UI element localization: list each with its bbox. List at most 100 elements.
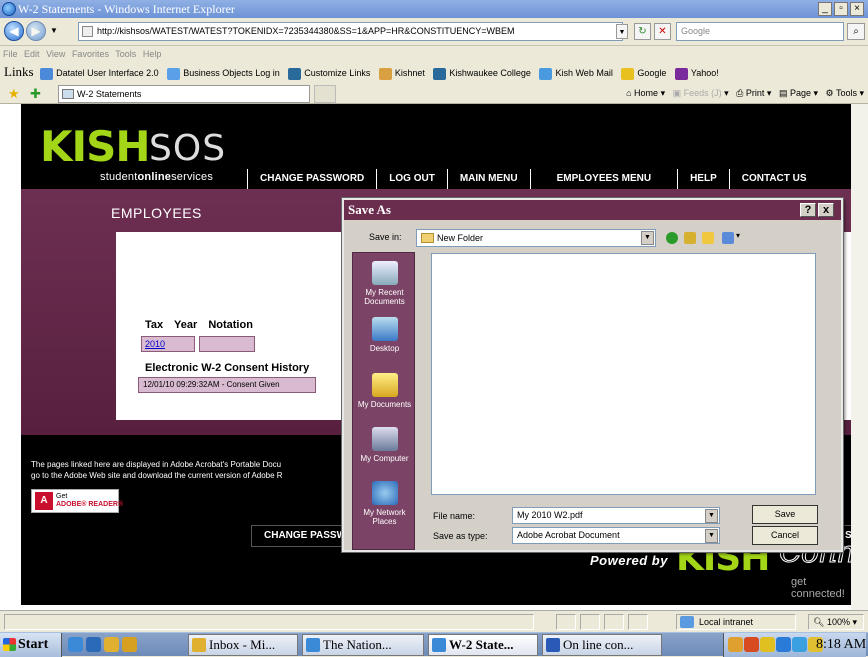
link-datatel[interactable]: Datatel User Interface 2.0	[40, 62, 159, 83]
link-kishwaukee[interactable]: Kishwaukee College	[433, 62, 531, 83]
taskbar-the-nation[interactable]: The Nation...	[302, 634, 424, 656]
taskbar-online-con[interactable]: On line con...	[542, 634, 662, 656]
minimize-button[interactable]: _	[818, 2, 832, 16]
link-webmail[interactable]: Kish Web Mail	[539, 62, 613, 83]
nav-change-password[interactable]: Change Password	[247, 169, 377, 189]
chevron-down-icon[interactable]: ▼	[705, 509, 718, 523]
menu-tools[interactable]: Tools	[115, 49, 136, 59]
place-my-computer[interactable]: My Computer	[353, 427, 416, 463]
kishconnect-tagline: get connected!	[791, 576, 845, 600]
close-window-button[interactable]: ×	[850, 2, 864, 16]
logo-tagline: studentonlineservices	[100, 171, 214, 183]
get-adobe-reader-button[interactable]: A Get ADOBE® READER®	[31, 489, 123, 513]
file-name-input[interactable]: My 2010 W2.pdf ▼	[512, 507, 720, 524]
save-as-type-select[interactable]: Adobe Acrobat Document ▼	[512, 527, 720, 544]
clock[interactable]: 8:18 AM	[816, 633, 866, 657]
nav-help[interactable]: Help	[677, 169, 729, 189]
close-dialog-button[interactable]: x	[818, 203, 834, 217]
nav-contact-us[interactable]: Contact Us	[728, 169, 819, 189]
quicklaunch-folder-icon[interactable]	[104, 637, 119, 652]
taskbar-inbox[interactable]: Inbox - Mi...	[188, 634, 298, 656]
stop-icon[interactable]: ✕	[654, 23, 671, 40]
quicklaunch-desktop-icon[interactable]	[86, 637, 101, 652]
save-in-dropdown[interactable]: New Folder ▼	[416, 229, 656, 247]
help-button[interactable]: ?	[800, 203, 816, 217]
link-business-objects[interactable]: Business Objects Log in	[167, 62, 280, 83]
add-favorites-icon[interactable]: ✚	[30, 86, 41, 102]
tab-w2-statements[interactable]: W-2 Statements	[58, 85, 310, 103]
cancel-button[interactable]: Cancel	[752, 526, 818, 545]
maximize-button[interactable]: ▫	[834, 2, 848, 16]
vertical-scrollbar[interactable]	[851, 104, 868, 610]
search-icon[interactable]: ⌕	[847, 23, 865, 40]
views-dropdown-icon[interactable]: ▾	[736, 231, 740, 240]
place-desktop[interactable]: Desktop	[353, 317, 416, 353]
save-button[interactable]: Save	[752, 505, 818, 524]
kishsos-logo[interactable]: KISH	[40, 125, 151, 169]
link-kishnet[interactable]: Kishnet	[378, 62, 425, 83]
feeds-button[interactable]: ▣ Feeds (J)	[673, 88, 722, 98]
views-icon[interactable]	[722, 232, 734, 244]
page-icon	[62, 89, 74, 99]
start-button[interactable]: Start	[0, 633, 62, 657]
page-button[interactable]: Page	[790, 88, 811, 98]
file-list[interactable]	[431, 253, 816, 495]
home-icon[interactable]: ⌂	[626, 88, 631, 98]
taskbar: Start Inbox - Mi... The Nation... W-2 St…	[0, 632, 868, 657]
tools-gear-icon[interactable]: ⚙	[826, 88, 834, 98]
place-my-documents[interactable]: My Documents	[353, 373, 416, 409]
nav-main-menu[interactable]: Main Menu	[446, 169, 530, 189]
chevron-down-icon[interactable]: ▼	[641, 231, 654, 245]
page-menu-icon[interactable]: ▤	[779, 88, 788, 98]
history-dropdown-icon[interactable]: ▼	[50, 26, 58, 35]
print-button[interactable]: Print	[746, 88, 765, 98]
up-folder-icon[interactable]	[684, 232, 696, 244]
zoom-button[interactable]: 🔍︎ 100% ▾	[808, 614, 864, 630]
quicklaunch-ie-icon[interactable]	[68, 637, 83, 652]
menu-help[interactable]: Help	[143, 49, 162, 59]
forward-button[interactable]: ▶	[26, 21, 46, 41]
url-dropdown-icon[interactable]: ▼	[616, 24, 628, 39]
tray-icon[interactable]	[744, 637, 759, 652]
place-recent-documents[interactable]: My Recent Documents	[353, 261, 416, 306]
new-folder-icon[interactable]	[702, 232, 714, 244]
recent-documents-icon	[371, 261, 398, 285]
save-in-label: Save in:	[369, 232, 402, 242]
new-tab-button[interactable]	[314, 85, 336, 103]
search-input[interactable]: Google	[676, 22, 844, 41]
menu-file[interactable]: File	[3, 49, 18, 59]
place-network[interactable]: My Network Places	[353, 481, 416, 526]
menu-favorites[interactable]: Favorites	[72, 49, 109, 59]
word-icon	[546, 638, 560, 652]
tray-icon[interactable]	[792, 637, 807, 652]
link-google[interactable]: Google	[621, 62, 666, 83]
ie-icon	[432, 638, 446, 652]
mail-icon	[539, 67, 553, 80]
nav-employees-menu[interactable]: Employees Menu	[529, 169, 678, 189]
menu-view[interactable]: View	[46, 49, 65, 59]
tools-button[interactable]: Tools	[836, 88, 857, 98]
nav-log-out[interactable]: Log Out	[376, 169, 447, 189]
kc-link-icon	[433, 67, 447, 80]
page-icon	[82, 26, 93, 37]
home-button[interactable]: Home	[634, 88, 658, 98]
tax-year-cell[interactable]: 2010	[141, 336, 195, 352]
refresh-icon[interactable]: ↻	[634, 23, 651, 40]
link-customize[interactable]: Customize Links	[288, 62, 370, 83]
tray-icon[interactable]	[760, 637, 775, 652]
chevron-down-icon[interactable]: ▼	[705, 529, 718, 543]
print-icon[interactable]: ⎙	[736, 88, 743, 98]
taskbar-w2-statements[interactable]: W-2 State...	[428, 634, 538, 656]
adobe-footnote: The pages linked here are displayed in A…	[31, 460, 283, 480]
menu-edit[interactable]: Edit	[24, 49, 40, 59]
quicklaunch-app-icon[interactable]	[122, 637, 137, 652]
tax-year-link: 2010	[145, 339, 166, 349]
back-icon[interactable]	[666, 232, 678, 244]
link-yahoo[interactable]: Yahoo!	[674, 62, 719, 83]
back-button[interactable]: ◀	[4, 21, 24, 41]
tray-icon[interactable]	[776, 637, 791, 652]
save-as-dialog: Save As ? x Save in: New Folder ▼ ▾ My R…	[341, 197, 844, 553]
tray-icon[interactable]	[728, 637, 743, 652]
favorites-star-icon[interactable]: ★	[8, 86, 20, 102]
url-input[interactable]: http://kishsos/WATEST/WATEST?TOKENIDX=72…	[78, 22, 623, 41]
